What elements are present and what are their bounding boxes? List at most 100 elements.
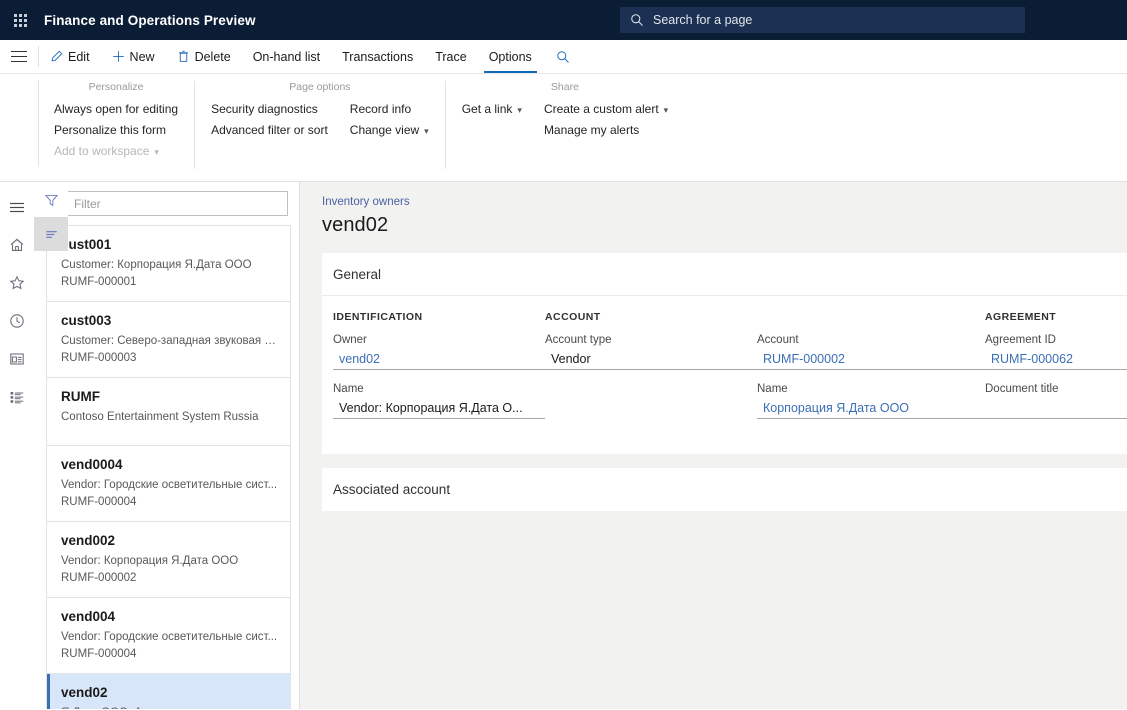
- form-column-agreement: AGREEMENT Agreement ID RUMF-000062 Docum…: [985, 311, 1127, 432]
- general-fasttab-header[interactable]: General: [322, 253, 1127, 296]
- app-title: Finance and Operations Preview: [44, 12, 256, 28]
- ribbon-group-share: Share Get a link ▾ Create a custom alert…: [444, 81, 684, 169]
- ribbon-item-change-view[interactable]: Change view ▾: [350, 123, 429, 137]
- tab-options-label: Options: [488, 49, 532, 64]
- global-search-input[interactable]: Search for a page: [620, 7, 1025, 33]
- list-item-id: RUMF-000003: [61, 352, 137, 364]
- field-account-name: Name Корпорация Я.Дата ООО: [757, 383, 985, 419]
- field-account-input[interactable]: RUMF-000002: [757, 348, 985, 370]
- field-owner-input[interactable]: vend02: [333, 348, 545, 370]
- ribbon-item-security-diagnostics[interactable]: Security diagnostics: [211, 102, 328, 116]
- field-account-name-input[interactable]: Корпорация Я.Дата ООО: [757, 397, 985, 419]
- pencil-icon: [50, 50, 63, 63]
- general-fasttab-body: IDENTIFICATION Owner vend02 Name Vendor:…: [322, 296, 1127, 454]
- ribbon-item-label: Add to workspace: [54, 144, 150, 158]
- ribbon-item-label: Change view: [349, 123, 420, 137]
- field-account-type-input[interactable]: Vendor: [545, 348, 757, 370]
- rail-item-home[interactable]: [0, 226, 34, 264]
- list-item-title: vend004: [61, 609, 116, 624]
- rail-item-favorites[interactable]: [0, 264, 34, 302]
- field-account-type: Account type Vendor: [545, 334, 757, 370]
- ribbon-item-advanced-filter-or-sort[interactable]: Advanced filter or sort: [211, 123, 328, 137]
- tab-edit[interactable]: Edit: [39, 40, 101, 73]
- tab-options[interactable]: Options: [478, 40, 543, 73]
- fasttab-spacer: [322, 454, 1127, 468]
- action-pane-ribbon: Personalize Always open for editing Pers…: [0, 74, 1127, 182]
- ribbon-item-label: Create a custom alert: [543, 102, 659, 116]
- ribbon-group-personalize-title: Personalize: [88, 81, 144, 93]
- field-document-title-label: Document title: [985, 383, 1059, 395]
- ribbon-item-manage-my-alerts[interactable]: Manage my alerts: [544, 123, 668, 137]
- ribbon-group-share-title: Share: [550, 81, 579, 93]
- list-item[interactable]: cust003 Customer: Северо-западная звуков…: [46, 301, 291, 377]
- filter-pane-filter-button[interactable]: [34, 183, 68, 217]
- list-item[interactable]: RUMF Contoso Entertainment System Russia: [46, 377, 291, 445]
- ribbon-item-label: Manage my alerts: [543, 123, 640, 137]
- tab-new[interactable]: New: [101, 40, 166, 73]
- rail-item-workspaces[interactable]: [0, 340, 34, 378]
- field-name-identification: Name Vendor: Корпорация Я.Дата О...: [333, 383, 545, 419]
- ribbon-item-record-info[interactable]: Record info: [350, 102, 429, 116]
- list-item[interactable]: cust001 Customer: Корпорация Я.Дата ООО …: [46, 225, 291, 301]
- list-item-selected[interactable]: vend02 Я.Дата ООО, Agree... RUMF-000002: [46, 673, 291, 709]
- app-launcher-icon[interactable]: [0, 0, 40, 40]
- associated-account-fasttab: Associated account: [322, 468, 1127, 511]
- ribbon-item-personalize-this-form[interactable]: Personalize this form: [54, 123, 178, 137]
- clock-icon: [10, 314, 24, 328]
- rail-item-modules[interactable]: [0, 378, 34, 416]
- tab-trace[interactable]: Trace: [424, 40, 478, 73]
- field-document-title-input[interactable]: [985, 397, 1127, 419]
- list-item-desc: Vendor: Городские осветительные сист...: [61, 479, 278, 491]
- list-icon: [10, 392, 24, 404]
- ribbon-item-create-a-custom-alert[interactable]: Create a custom alert ▾: [544, 102, 668, 116]
- general-fasttab: General IDENTIFICATION Owner vend02 Name…: [322, 253, 1127, 454]
- tab-delete[interactable]: Delete: [166, 40, 242, 73]
- form-area: Inventory owners vend02 General IDENTIFI…: [300, 182, 1127, 709]
- tab-transactions[interactable]: Transactions: [331, 40, 424, 73]
- tab-edit-label: Edit: [68, 49, 90, 64]
- form-column-account-type: ACCOUNT Account type Vendor: [545, 311, 757, 432]
- filter-pane-sort-button[interactable]: [34, 217, 68, 251]
- tab-new-label: New: [129, 49, 155, 64]
- filter-pane-icons: [34, 183, 68, 251]
- list-item[interactable]: vend0004 Vendor: Городские осветительные…: [46, 445, 291, 521]
- search-icon: [631, 14, 643, 26]
- ribbon-item-label: Advanced filter or sort: [211, 123, 328, 137]
- ribbon-item-label: Get a link: [461, 102, 513, 116]
- rail-item-recent[interactable]: [0, 302, 34, 340]
- tab-transactions-label: Transactions: [342, 49, 414, 64]
- ribbon-item-always-open-for-editing[interactable]: Always open for editing: [54, 102, 178, 116]
- top-nav-bar: Finance and Operations Preview Search fo…: [0, 0, 1127, 40]
- tab-search-button[interactable]: [543, 40, 583, 73]
- list-item-title: cust003: [61, 313, 112, 328]
- tab-on-hand-list-label: On-hand list: [252, 49, 321, 64]
- list-item-desc: Customer: Корпорация Я.Дата ООО: [61, 259, 252, 271]
- filter-input[interactable]: Filter: [46, 191, 288, 216]
- section-heading-identification: IDENTIFICATION: [333, 311, 423, 323]
- sort-lines-icon: [45, 230, 57, 238]
- chevron-down-icon: ▾: [154, 147, 159, 157]
- field-agreement-id-input[interactable]: RUMF-000062: [985, 348, 1127, 370]
- field-name-input[interactable]: Vendor: Корпорация Я.Дата О...: [333, 397, 545, 419]
- ribbon-group-page-options: Page options Security diagnostics Advanc…: [194, 81, 445, 169]
- form-column-identification: IDENTIFICATION Owner vend02 Name Vendor:…: [333, 311, 545, 432]
- tab-delete-label: Delete: [194, 49, 231, 64]
- rail-item-menu[interactable]: [0, 188, 34, 226]
- nav-toggle-icon[interactable]: [0, 40, 38, 73]
- breadcrumb[interactable]: Inventory owners: [322, 196, 1127, 208]
- associated-account-fasttab-header[interactable]: Associated account: [322, 468, 1127, 511]
- search-icon: [556, 50, 570, 64]
- list-item[interactable]: vend004 Vendor: Городские осветительные …: [46, 597, 291, 673]
- list-item-title: vend002: [61, 533, 116, 548]
- list-item-desc: Customer: Северо-западная звуковая к...: [61, 335, 278, 347]
- global-search-placeholder: Search for a page: [653, 13, 753, 27]
- ribbon-item-add-to-workspace[interactable]: Add to workspace ▾: [54, 144, 178, 158]
- list-item-title: vend02: [61, 685, 108, 700]
- list-item[interactable]: vend002 Vendor: Корпорация Я.Дата ООО RU…: [46, 521, 291, 597]
- tab-on-hand-list[interactable]: On-hand list: [242, 40, 331, 73]
- ribbon-item-get-a-link[interactable]: Get a link ▾: [462, 102, 522, 116]
- form-column-account: Account RUMF-000002 Name Корпорация Я.Да…: [757, 311, 985, 432]
- filter-placeholder: Filter: [74, 196, 101, 211]
- ribbon-item-label: Security diagnostics: [211, 102, 318, 116]
- list-item-id: RUMF-000004: [61, 496, 137, 508]
